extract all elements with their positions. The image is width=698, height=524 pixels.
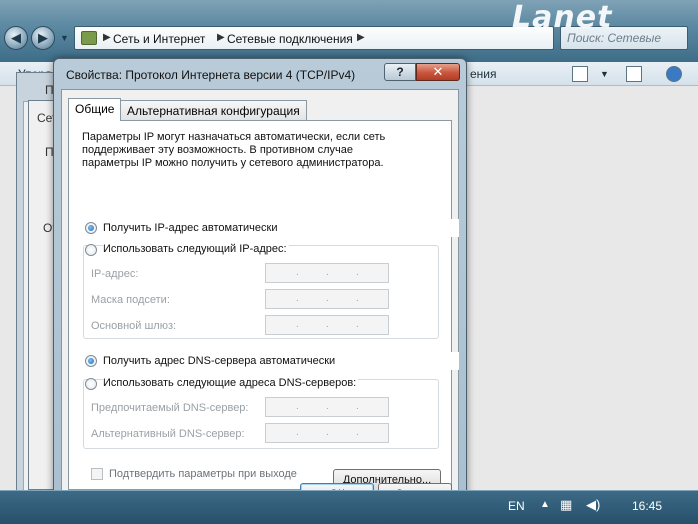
ip-auto-radio[interactable] bbox=[85, 222, 97, 234]
back-arrow-icon[interactable]: ◀ bbox=[4, 26, 28, 50]
breadcrumb-arrow-icon: ▶ bbox=[357, 32, 365, 43]
volume-icon[interactable]: ◀) bbox=[586, 497, 600, 513]
close-button[interactable]: ✕ bbox=[416, 63, 460, 81]
validate-checkbox[interactable] bbox=[91, 468, 103, 480]
preferred-dns-label: Предпочитаемый DNS-сервер: bbox=[91, 402, 249, 414]
history-dropdown-icon[interactable]: ▼ bbox=[60, 33, 69, 43]
forward-arrow-icon[interactable]: ▶ bbox=[31, 26, 55, 50]
view-dropdown-icon[interactable]: ▼ bbox=[600, 69, 609, 79]
validate-label[interactable]: Подтвердить параметры при выходе bbox=[109, 468, 297, 480]
subnet-mask-label: Маска подсети: bbox=[91, 294, 170, 306]
breadcrumb-arrow-icon: ▶ bbox=[103, 32, 111, 43]
ip-manual-label[interactable]: Использовать следующий IP-адрес: bbox=[103, 243, 289, 255]
alternate-dns-label: Альтернативный DNS-сервер: bbox=[91, 428, 245, 440]
ipv4-properties-dialog: Свойства: Протокол Интернета версии 4 (T… bbox=[53, 58, 467, 514]
lanet-logo: Lanet bbox=[512, 0, 613, 35]
help-button[interactable]: ? bbox=[384, 63, 416, 81]
dns-manual-label[interactable]: Использовать следующие адреса DNS-сервер… bbox=[103, 377, 359, 389]
dialog-body: Общие Альтернативная конфигурация Параме… bbox=[61, 89, 459, 507]
alternate-dns-field: ... bbox=[265, 423, 389, 443]
dns-manual-radio[interactable] bbox=[85, 378, 97, 390]
description-text: Параметры IP могут назначаться автоматич… bbox=[82, 131, 386, 169]
default-gateway-label: Основной шлюз: bbox=[91, 320, 177, 332]
breadcrumb-item-connections[interactable]: Сетевые подключения bbox=[227, 32, 353, 46]
taskbar: EN ▲ ▦ ◀) 16:45 bbox=[0, 490, 698, 524]
tab-general[interactable]: Общие bbox=[68, 98, 122, 121]
breadcrumb-arrow-icon: ▶ bbox=[217, 32, 225, 43]
preferred-dns-field: ... bbox=[265, 397, 389, 417]
dns-auto-label[interactable]: Получить адрес DNS-сервера автоматически bbox=[103, 355, 335, 367]
tray-arrow-icon[interactable]: ▲ bbox=[540, 499, 550, 510]
tab-alternate-config[interactable]: Альтернативная конфигурация bbox=[120, 100, 307, 120]
default-gateway-field: ... bbox=[265, 315, 389, 335]
toolbar-item-fragment[interactable]: ения bbox=[470, 67, 497, 81]
dialog-title: Свойства: Протокол Интернета версии 4 (T… bbox=[66, 68, 356, 82]
address-bar[interactable]: ▶ Сеть и Интернет ▶ Сетевые подключения … bbox=[74, 26, 623, 50]
breadcrumb-item-network[interactable]: Сеть и Интернет bbox=[113, 32, 205, 46]
ip-manual-radio[interactable] bbox=[85, 244, 97, 256]
explorer-topbar: ◀ ▶ ▼ ▶ Сеть и Интернет ▶ Сетевые подклю… bbox=[0, 0, 698, 62]
help-icon[interactable] bbox=[666, 66, 682, 82]
view-options-icon[interactable] bbox=[572, 66, 588, 82]
clock[interactable]: 16:45 bbox=[632, 499, 662, 513]
subnet-mask-field: ... bbox=[265, 289, 389, 309]
general-tab-page: Параметры IP могут назначаться автоматич… bbox=[68, 120, 459, 491]
ip-address-label: IP-адрес: bbox=[91, 268, 139, 280]
dns-auto-radio[interactable] bbox=[85, 355, 97, 367]
preview-pane-icon[interactable] bbox=[626, 66, 642, 82]
ip-auto-label[interactable]: Получить IP-адрес автоматически bbox=[103, 222, 277, 234]
network-icon[interactable]: ▦ bbox=[560, 497, 572, 513]
folder-icon bbox=[81, 31, 97, 45]
ip-address-field: ... bbox=[265, 263, 389, 283]
language-indicator[interactable]: EN bbox=[508, 499, 525, 513]
